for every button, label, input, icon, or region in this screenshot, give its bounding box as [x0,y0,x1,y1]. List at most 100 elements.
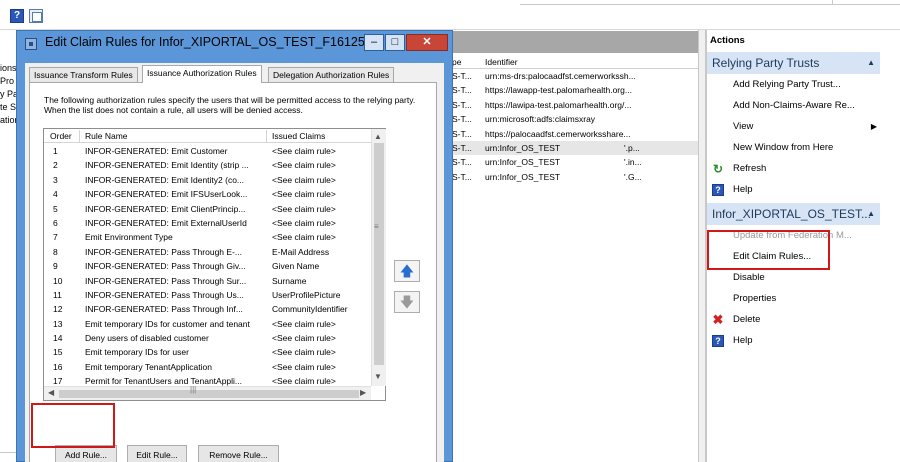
table-row[interactable]: 6 INFOR-GENERATED: Emit ExternalUserId <Se… [44,216,371,230]
highlight-box-edit-claim-rules [707,230,830,270]
action-label: Delete [733,314,761,325]
action-item[interactable]: ✖ Delete [707,309,880,330]
close-button[interactable]: ✕ [406,34,448,51]
column-issued-claims[interactable]: Issued Claims [272,129,325,143]
action-item[interactable]: ? Help [707,179,880,200]
column-type[interactable]: pe [452,56,461,69]
list-item[interactable]: S-T... urn:microsoft:adfs:claimsxray [452,112,698,126]
action-label: Disable [733,272,765,283]
column-divider[interactable] [79,130,80,142]
table-row[interactable]: 5 INFOR-GENERATED: Emit ClientPrincip... <… [44,202,371,216]
rule-order: 16 [53,361,63,372]
table-row[interactable]: 15 Emit temporary IDs for user <See claim … [44,345,371,359]
table-row[interactable]: 17 Permit for TenantUsers and TenantAppli… [44,374,371,386]
arrow-up-icon: 🡅 [399,263,415,279]
move-down-button[interactable]: 🡇 [394,291,420,313]
table-row[interactable]: 1 INFOR-GENERATED: Emit Customer <See clai… [44,144,371,158]
rules-table-body: 1 INFOR-GENERATED: Emit Customer <See clai… [44,144,371,386]
table-row[interactable]: 10 INFOR-GENERATED: Pass Through Sur... Su… [44,274,371,288]
center-column-header: pe Identifier [452,56,698,69]
rule-name: INFOR-GENERATED: Emit Identity (strip ..… [85,160,249,171]
collapse-icon[interactable]: ▲ [867,52,875,74]
rule-name: INFOR-GENERATED: Emit Identity2 (co... [85,174,245,185]
table-row[interactable]: 11 INFOR-GENERATED: Pass Through Us... Use… [44,288,371,302]
submenu-arrow-icon: ▶ [870,122,877,131]
action-item[interactable]: ↻ Refresh [707,158,880,179]
scroll-down-icon[interactable]: ▼ [374,372,382,381]
action-label: Help [733,335,753,346]
list-item[interactable]: S-T... urn:Infor_OS_TEST '.p... [452,140,698,156]
center-pane-header [452,31,698,53]
rule-order: 4 [53,189,58,200]
toolbar: ? [0,0,900,30]
list-item[interactable]: S-T... https://lawapp-test.palomarhealth.… [452,83,698,97]
rules-horizontal-scrollbar[interactable]: ◀ ||| ▶ [44,385,371,400]
action-item[interactable]: Properties [707,288,880,309]
table-row[interactable]: 8 INFOR-GENERATED: Pass Through E-... E-Ma… [44,245,371,259]
rule-name: Deny users of disabled customer [85,333,209,344]
table-row[interactable]: 2 INFOR-GENERATED: Emit Identity (strip .… [44,158,371,172]
scroll-thumb[interactable] [59,390,359,398]
table-row[interactable]: 12 INFOR-GENERATED: Pass Through Inf... Co… [44,302,371,316]
list-item[interactable]: S-T... urn:Infor_OS_TEST '.G... [452,170,698,184]
actions-title: Actions [707,30,880,52]
help-icon[interactable]: ? [10,9,24,23]
row-identifier: urn:microsoft:adfs:claimsxray [485,114,596,125]
maximize-button[interactable]: □ [385,34,405,51]
column-identifier[interactable]: Identifier [485,56,518,69]
rule-issued-claims: <See claim rule> [272,189,336,200]
row-type: S-T... [452,71,472,81]
row-type: S-T... [452,128,472,139]
collapse-icon[interactable]: ▲ [867,203,875,225]
remove-rule-button[interactable]: Remove Rule... [198,445,279,462]
scroll-thumb[interactable] [374,143,384,365]
rule-order: 3 [53,174,58,185]
minimize-button[interactable]: – [364,34,384,51]
rules-vertical-scrollbar[interactable]: ▲ ≡ ▼ [371,129,386,386]
action-item[interactable]: ? Help [707,330,880,351]
action-item[interactable]: View ▶ [707,116,880,137]
table-row[interactable]: 16 Emit temporary TenantApplication <See c… [44,360,371,374]
action-item[interactable]: Add Non-Claims-Aware Re... [707,95,880,116]
scroll-right-icon[interactable]: ▶ [360,388,366,397]
rule-order: 12 [53,304,63,315]
screen: ? ions Pro y Pa te St ation pe Identifier S-… [0,0,900,462]
rule-issued-claims: <See claim rule> [272,376,336,386]
column-rule-name[interactable]: Rule Name [85,129,128,143]
tab-issuance-transform[interactable]: Issuance Transform Rules [29,67,138,82]
action-item[interactable]: Add Relying Party Trust... [707,74,880,95]
table-row[interactable]: 9 INFOR-GENERATED: Pass Through Giv... Giv… [44,259,371,273]
rule-order: 6 [53,217,58,228]
column-divider[interactable] [266,130,267,142]
action-label: Add Relying Party Trust... [733,79,841,90]
rule-order: 2 [53,160,58,171]
list-item[interactable]: S-T... urn:Infor_OS_TEST '.in... [452,155,698,169]
table-row[interactable]: 13 Emit temporary IDs for customer and te… [44,317,371,331]
list-item[interactable]: S-T... urn:ms-drs:palocaadfst.cemerworkss… [452,69,698,83]
list-item[interactable]: S-T... https://palocaadfst.cemerworksshar… [452,127,698,141]
help-icon: ? [712,184,724,196]
action-item[interactable]: Disable [707,267,880,288]
list-item[interactable]: S-T... https://lawipa-test.palomarhealth.… [452,98,698,112]
action-label: View [733,121,754,132]
table-row[interactable]: 3 INFOR-GENERATED: Emit Identity2 (co... <… [44,173,371,187]
move-up-button[interactable]: 🡅 [394,260,420,282]
table-row[interactable]: 4 INFOR-GENERATED: Emit IFSUserLook... <Se… [44,187,371,201]
table-row[interactable]: 14 Deny users of disabled customer <See cl… [44,331,371,345]
tab-delegation-authorization[interactable]: Delegation Authorization Rules [268,67,395,82]
action-item[interactable]: New Window from Here [707,137,880,158]
edit-rule-button[interactable]: Edit Rule... [127,445,187,462]
row-identifier: urn:Infor_OS_TEST [485,171,561,182]
tab-issuance-authorization[interactable]: Issuance Authorization Rules [142,65,262,83]
scroll-left-icon[interactable]: ◀ [48,388,54,397]
console-tree-icon[interactable] [29,9,43,23]
column-order[interactable]: Order [50,129,72,143]
actions-section-header[interactable]: Relying Party Trusts ▲ [707,52,880,74]
pane-splitter[interactable] [698,30,706,462]
actions-section-header[interactable]: Infor_XIPORTAL_OS_TEST... ▲ [707,203,880,225]
scroll-up-icon[interactable]: ▲ [374,132,382,141]
delete-icon: ✖ [712,312,724,327]
dialog-title-bar[interactable]: Edit Claim Rules for Infor_XIPORTAL_OS_T… [17,31,452,57]
status-strip [0,452,16,462]
table-row[interactable]: 7 Emit Environment Type <See claim rule> [44,230,371,244]
